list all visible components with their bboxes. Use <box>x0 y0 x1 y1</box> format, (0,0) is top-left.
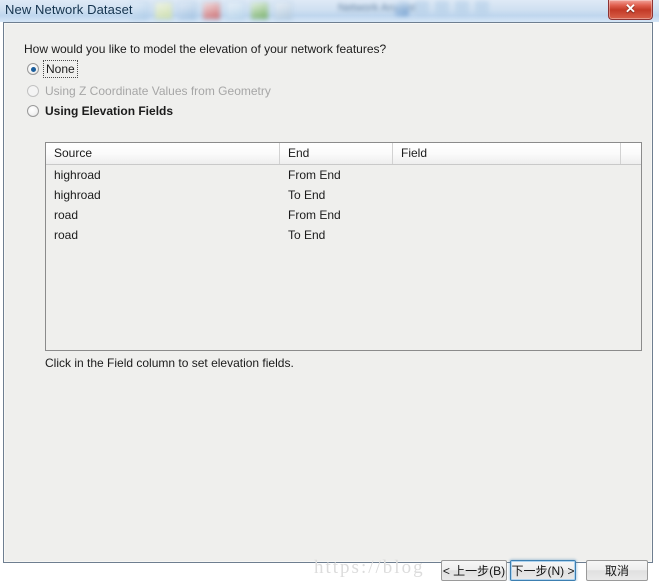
toolbar-icon-8 <box>395 1 409 16</box>
cell-source: road <box>54 208 79 222</box>
field-column-hint: Click in the Field column to set elevati… <box>45 356 294 370</box>
cell-end: To End <box>288 188 326 202</box>
table-row[interactable]: road From End <box>46 205 641 225</box>
close-button[interactable]: ✕ <box>608 0 653 20</box>
window-title: New Network Dataset <box>5 2 133 17</box>
toolbar-icon-4 <box>202 1 221 20</box>
radio-icon-none[interactable] <box>27 63 39 75</box>
radio-option-elevation-fields[interactable]: Using Elevation Fields <box>27 103 173 119</box>
column-header-spacer <box>621 143 641 164</box>
toolbar-icon-2 <box>154 1 173 20</box>
radio-icon-elevation-fields[interactable] <box>27 105 39 117</box>
column-header-end[interactable]: End <box>280 143 393 164</box>
watermark: https://blog <box>314 557 425 578</box>
table-header-row: Source End Field <box>46 143 641 165</box>
toolbar-icon-12 <box>475 1 489 16</box>
toolbar-icon-9 <box>415 1 429 16</box>
cell-end: From End <box>288 168 341 182</box>
background-toolbar-icons-secondary <box>395 1 515 20</box>
table-row[interactable]: road To End <box>46 225 641 245</box>
next-button[interactable]: 下一步(N) > <box>510 560 576 581</box>
toolbar-icon-10 <box>435 1 449 16</box>
close-icon: ✕ <box>625 1 636 16</box>
table-row[interactable]: highroad From End <box>46 165 641 185</box>
toolbar-icon-play <box>250 1 269 20</box>
column-header-field[interactable]: Field <box>393 143 621 164</box>
radio-label-elevation-fields[interactable]: Using Elevation Fields <box>45 104 173 118</box>
background-toolbar-icons <box>130 1 310 20</box>
toolbar-icon-5 <box>226 1 245 20</box>
cell-source: highroad <box>54 168 101 182</box>
cell-source: road <box>54 228 79 242</box>
cancel-button[interactable]: 取消 <box>586 560 648 581</box>
back-button[interactable]: < 上一步(B) <box>441 560 507 581</box>
cell-end: From End <box>288 208 341 222</box>
toolbar-icon-3 <box>178 1 197 20</box>
dialog-content: How would you like to model the elevatio… <box>4 23 652 581</box>
radio-icon-z-coordinate <box>27 85 39 97</box>
page-title: How would you like to model the elevatio… <box>24 42 387 56</box>
elevation-fields-table: Source End Field highroad From End highr… <box>45 142 642 351</box>
radio-option-none[interactable]: None <box>27 60 78 78</box>
cell-source: highroad <box>54 188 101 202</box>
radio-label-z-coordinate: Using Z Coordinate Values from Geometry <box>45 84 271 98</box>
toolbar-icon-7 <box>274 1 293 20</box>
table-row[interactable]: highroad To End <box>46 185 641 205</box>
radio-label-none[interactable]: None <box>43 60 78 78</box>
toolbar-icon-11 <box>455 1 469 16</box>
radio-option-z-coordinate: Using Z Coordinate Values from Geometry <box>27 83 271 99</box>
table-body: highroad From End highroad To End road F… <box>46 165 641 350</box>
column-header-source[interactable]: Source <box>46 143 280 164</box>
cell-end: To End <box>288 228 326 242</box>
new-network-dataset-dialog: How would you like to model the elevatio… <box>3 22 653 581</box>
